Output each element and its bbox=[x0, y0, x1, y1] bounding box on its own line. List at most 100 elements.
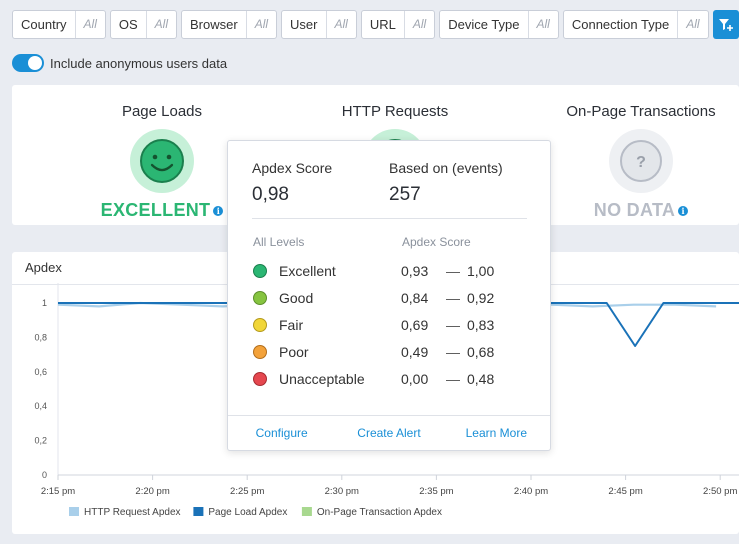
level-from: 0,69 bbox=[401, 317, 429, 333]
legend-swatch bbox=[69, 507, 79, 516]
x-tick-label: 2:25 pm bbox=[230, 486, 264, 497]
apdex-tooltip: Apdex Score 0,98 Based on (events) 257 A… bbox=[227, 140, 551, 451]
level-row-unacceptable: Unacceptable 0,00 — 0,48 bbox=[253, 369, 533, 389]
create-alert-link[interactable]: Create Alert bbox=[335, 416, 442, 450]
level-to: 0,83 bbox=[467, 317, 495, 333]
x-tick-label: 2:20 pm bbox=[135, 486, 169, 497]
filter-country[interactable]: Country All bbox=[12, 10, 106, 39]
metric-title: HTTP Requests bbox=[341, 103, 449, 120]
level-row-good: Good 0,84 — 0,92 bbox=[253, 288, 533, 308]
filter-label: Country bbox=[21, 17, 67, 32]
x-tick-label: 2:35 pm bbox=[419, 486, 453, 497]
apdex-score-value: 0,98 bbox=[252, 184, 289, 205]
y-tick-label: 0 bbox=[42, 470, 47, 480]
y-tick-label: 0,8 bbox=[34, 332, 47, 342]
y-tick-label: 0,4 bbox=[34, 401, 47, 411]
filter-label: Connection Type bbox=[571, 17, 670, 32]
x-tick-label: 2:30 pm bbox=[325, 486, 359, 497]
metric-title: Page Loads bbox=[121, 103, 203, 120]
fair-face-icon bbox=[253, 318, 267, 332]
svg-text:?: ? bbox=[636, 154, 646, 171]
level-row-excellent: Excellent 0,93 — 1,00 bbox=[253, 261, 533, 281]
toggle-label: Include anonymous users data bbox=[50, 55, 228, 71]
metric-status: NO DATA bbox=[593, 200, 676, 220]
level-from: 0,00 bbox=[401, 371, 429, 387]
filter-value: All bbox=[527, 11, 558, 38]
excellent-face-icon bbox=[130, 129, 194, 193]
apdex-score-label: Apdex Score bbox=[252, 160, 333, 176]
level-row-fair: Fair 0,69 — 0,83 bbox=[253, 315, 533, 335]
filter-os[interactable]: OS All bbox=[109, 10, 178, 39]
filter-value: All bbox=[74, 11, 105, 38]
legend-swatch bbox=[193, 507, 204, 516]
level-dash: — bbox=[446, 290, 460, 306]
level-to: 1,00 bbox=[467, 263, 495, 279]
metric-title: On-Page Transactions bbox=[566, 103, 716, 120]
filter-value: All bbox=[403, 11, 434, 38]
learn-more-link[interactable]: Learn More bbox=[443, 416, 550, 450]
filter-value: All bbox=[145, 11, 176, 38]
level-from: 0,84 bbox=[401, 290, 429, 306]
poor-face-icon bbox=[253, 345, 267, 359]
no-data-icon: ? bbox=[609, 129, 673, 193]
level-dash: — bbox=[446, 317, 460, 333]
good-face-icon bbox=[253, 291, 267, 305]
excellent-face-icon bbox=[253, 264, 267, 278]
filter-label: URL bbox=[369, 17, 396, 32]
y-tick-label: 0,6 bbox=[34, 367, 47, 377]
anonymous-users-toggle-row: Include anonymous users data bbox=[12, 54, 227, 72]
filter-label: Device Type bbox=[448, 17, 520, 32]
y-tick-label: 0,2 bbox=[34, 436, 47, 446]
scores-header: Apdex Score bbox=[402, 235, 471, 249]
legend-label: HTTP Request Apdex bbox=[84, 507, 181, 518]
filter-device-type[interactable]: Device Type All bbox=[439, 10, 559, 39]
legend-swatch bbox=[301, 507, 312, 516]
events-label: Based on (events) bbox=[389, 160, 503, 176]
anonymous-users-toggle[interactable] bbox=[12, 54, 44, 72]
level-row-poor: Poor 0,49 — 0,68 bbox=[253, 342, 533, 362]
divider bbox=[252, 218, 527, 219]
filter-value: All bbox=[325, 11, 356, 38]
level-name: Fair bbox=[279, 317, 304, 333]
level-name: Poor bbox=[279, 344, 309, 360]
filter-connection-type[interactable]: Connection Type All bbox=[562, 10, 709, 39]
level-from: 0,93 bbox=[401, 263, 429, 279]
info-icon[interactable]: i bbox=[213, 206, 224, 217]
info-icon[interactable]: i bbox=[678, 206, 689, 217]
level-from: 0,49 bbox=[401, 344, 429, 360]
level-to: 0,68 bbox=[467, 344, 495, 360]
filter-browser[interactable]: Browser All bbox=[181, 10, 278, 39]
filter-value: All bbox=[677, 11, 707, 38]
events-value: 257 bbox=[389, 184, 421, 205]
tooltip-actions: Configure Create Alert Learn More bbox=[228, 415, 550, 450]
filter-label: User bbox=[290, 17, 318, 32]
level-name: Excellent bbox=[279, 263, 336, 279]
filter-add-icon bbox=[718, 18, 733, 31]
filter-bar: Country All OS All Browser All User All URL A… bbox=[12, 10, 739, 39]
x-tick-label: 2:45 pm bbox=[608, 486, 642, 497]
levels-header: All Levels bbox=[253, 235, 305, 249]
x-tick-label: 2:40 pm bbox=[514, 486, 548, 497]
level-dash: — bbox=[446, 263, 460, 279]
level-dash: — bbox=[446, 344, 460, 360]
level-name: Good bbox=[279, 290, 314, 306]
filter-url[interactable]: URL All bbox=[360, 10, 436, 39]
level-name: Unacceptable bbox=[279, 371, 365, 387]
metric-on-page-transactions[interactable]: On-Page Transactions ? NO DATA i bbox=[541, 103, 739, 221]
x-tick-label: 2:50 pm bbox=[703, 486, 737, 497]
filter-value: All bbox=[245, 11, 276, 38]
level-to: 0,92 bbox=[467, 290, 495, 306]
level-to: 0,48 bbox=[467, 371, 495, 387]
x-tick-label: 2:15 pm bbox=[41, 486, 75, 497]
add-filter-button[interactable] bbox=[712, 10, 739, 39]
filter-label: OS bbox=[118, 17, 138, 32]
level-dash: — bbox=[446, 371, 460, 387]
configure-link[interactable]: Configure bbox=[228, 416, 335, 450]
legend-label: Page Load Apdex bbox=[208, 507, 287, 518]
filter-user[interactable]: User All bbox=[281, 10, 357, 39]
y-tick-label: 1 bbox=[42, 298, 47, 308]
unacceptable-face-icon bbox=[253, 372, 267, 386]
legend-label: On-Page Transaction Apdex bbox=[317, 507, 442, 518]
filter-label: Browser bbox=[190, 17, 238, 32]
metric-status: EXCELLENT bbox=[100, 200, 211, 220]
